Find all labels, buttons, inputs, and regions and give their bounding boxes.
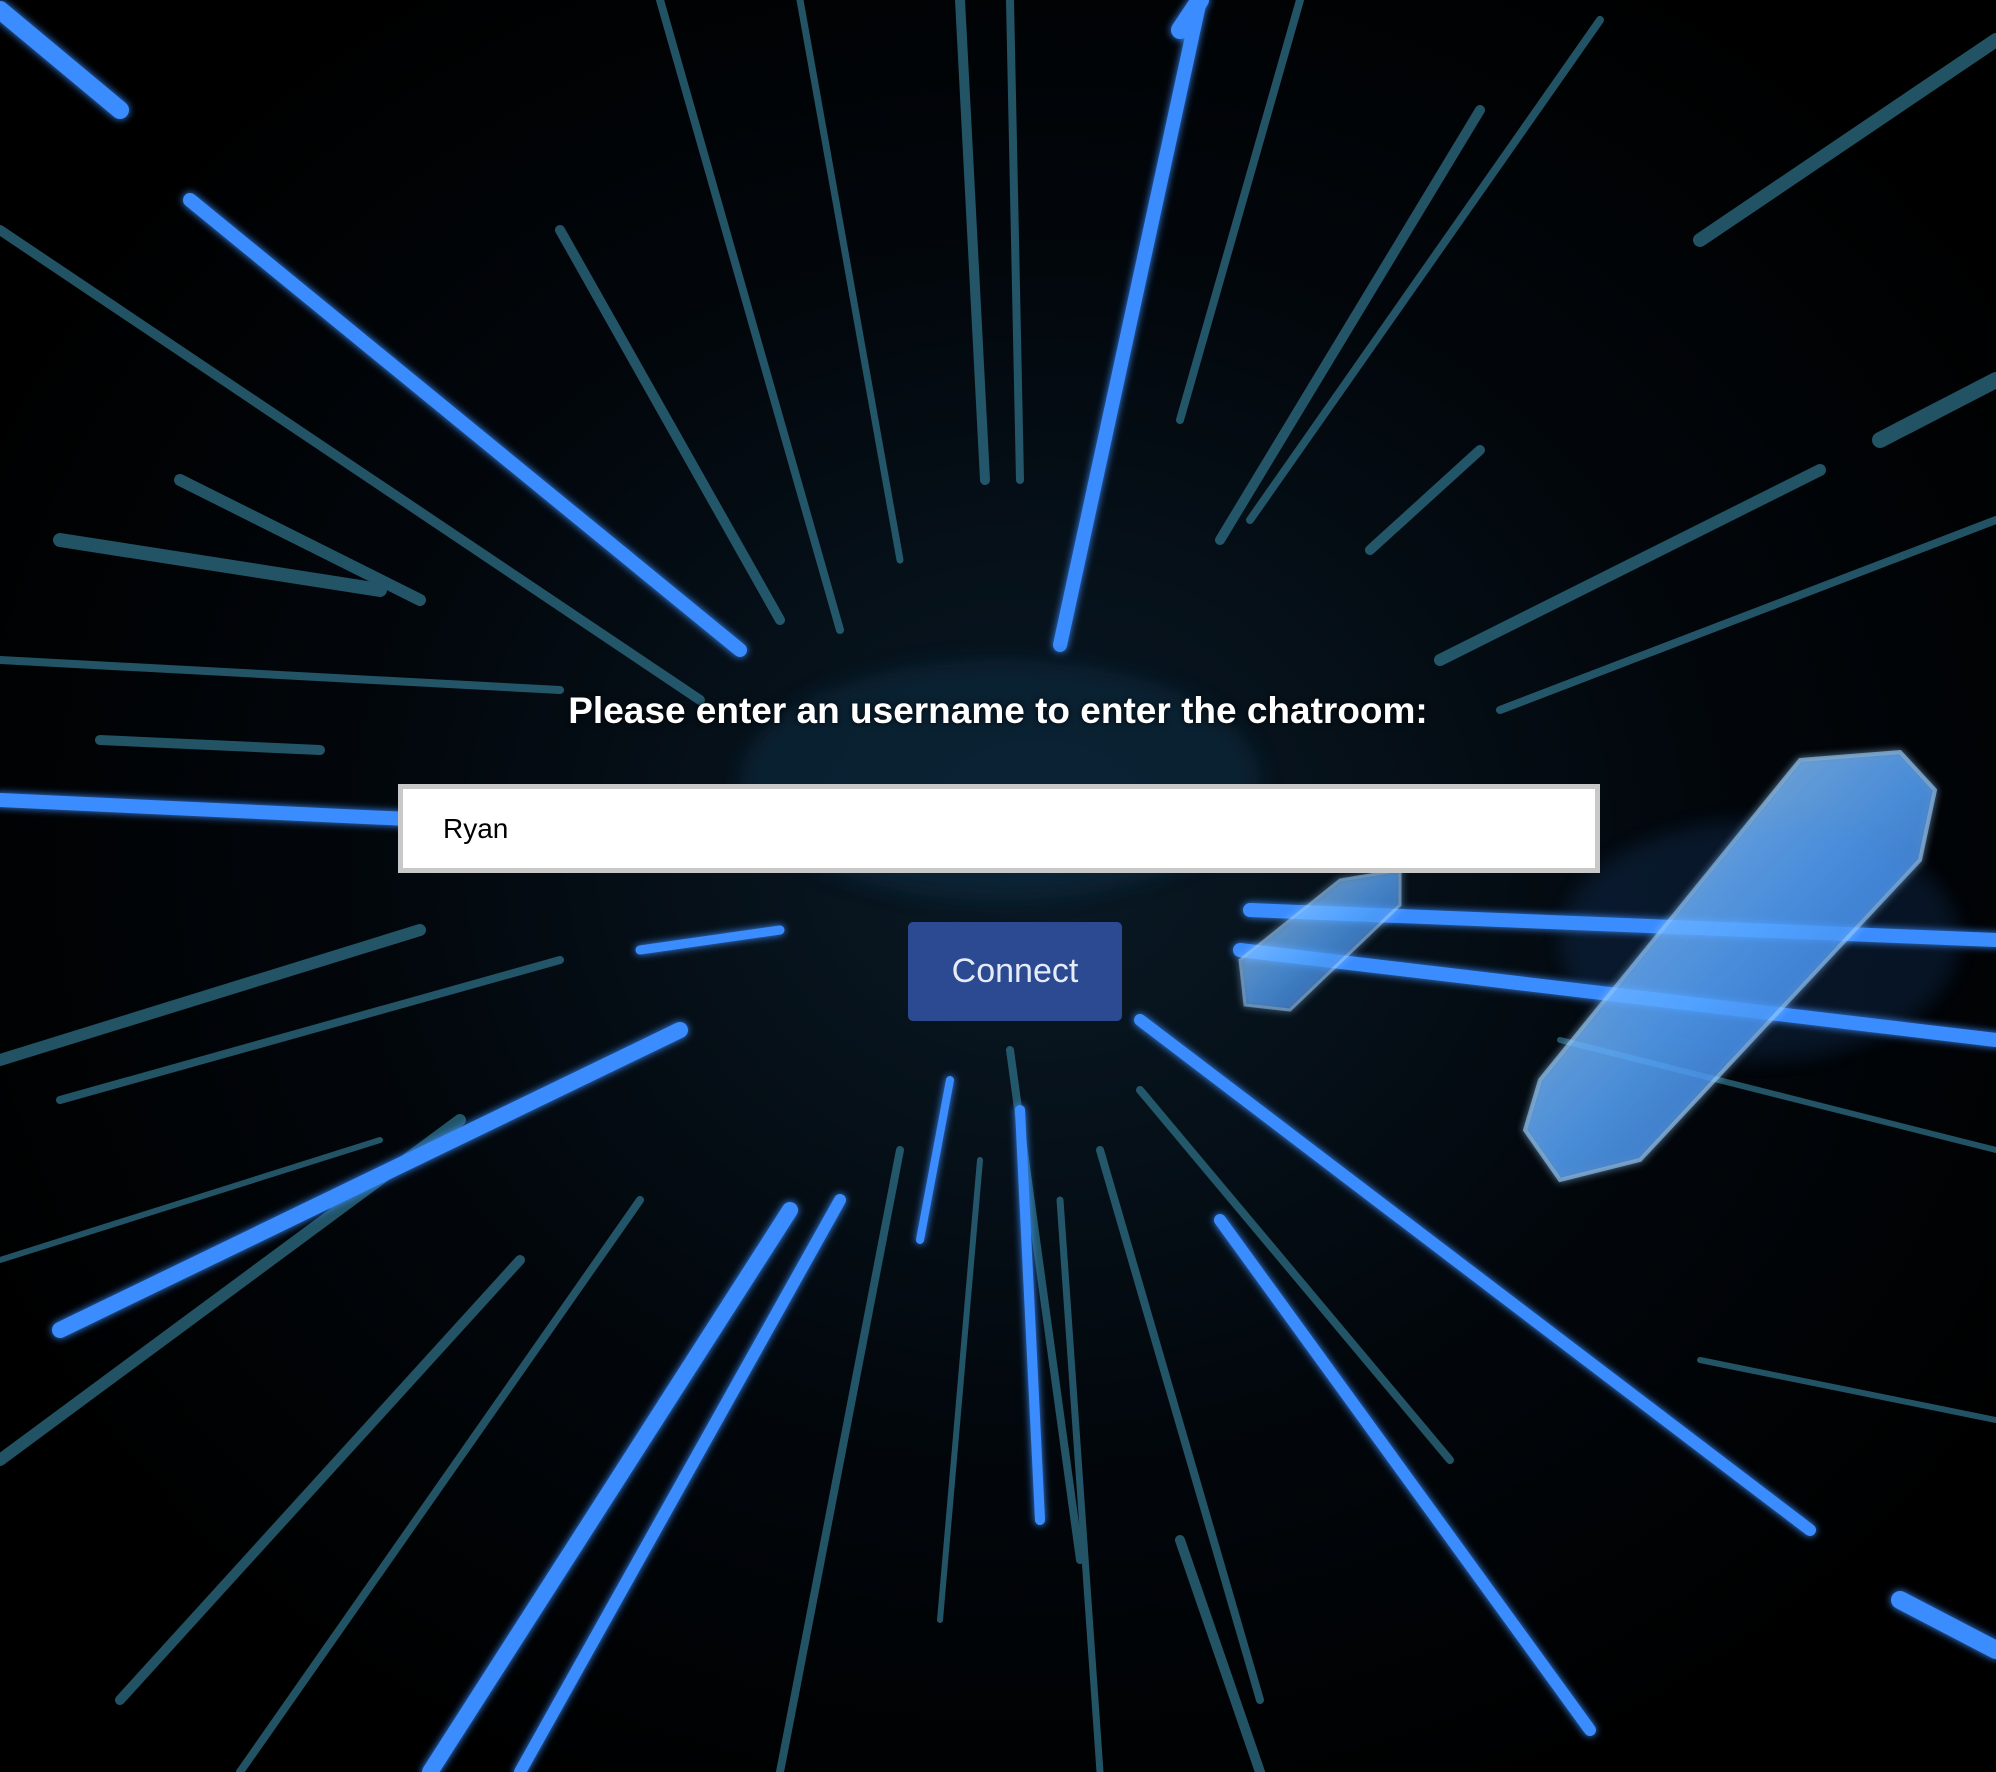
connect-button[interactable]: Connect <box>908 922 1122 1021</box>
binary-tunnel-background <box>0 0 1996 1772</box>
login-prompt: Please enter an username to enter the ch… <box>568 690 1428 731</box>
username-input[interactable] <box>398 784 1600 873</box>
login-screen: Please enter an username to enter the ch… <box>0 0 1996 1772</box>
